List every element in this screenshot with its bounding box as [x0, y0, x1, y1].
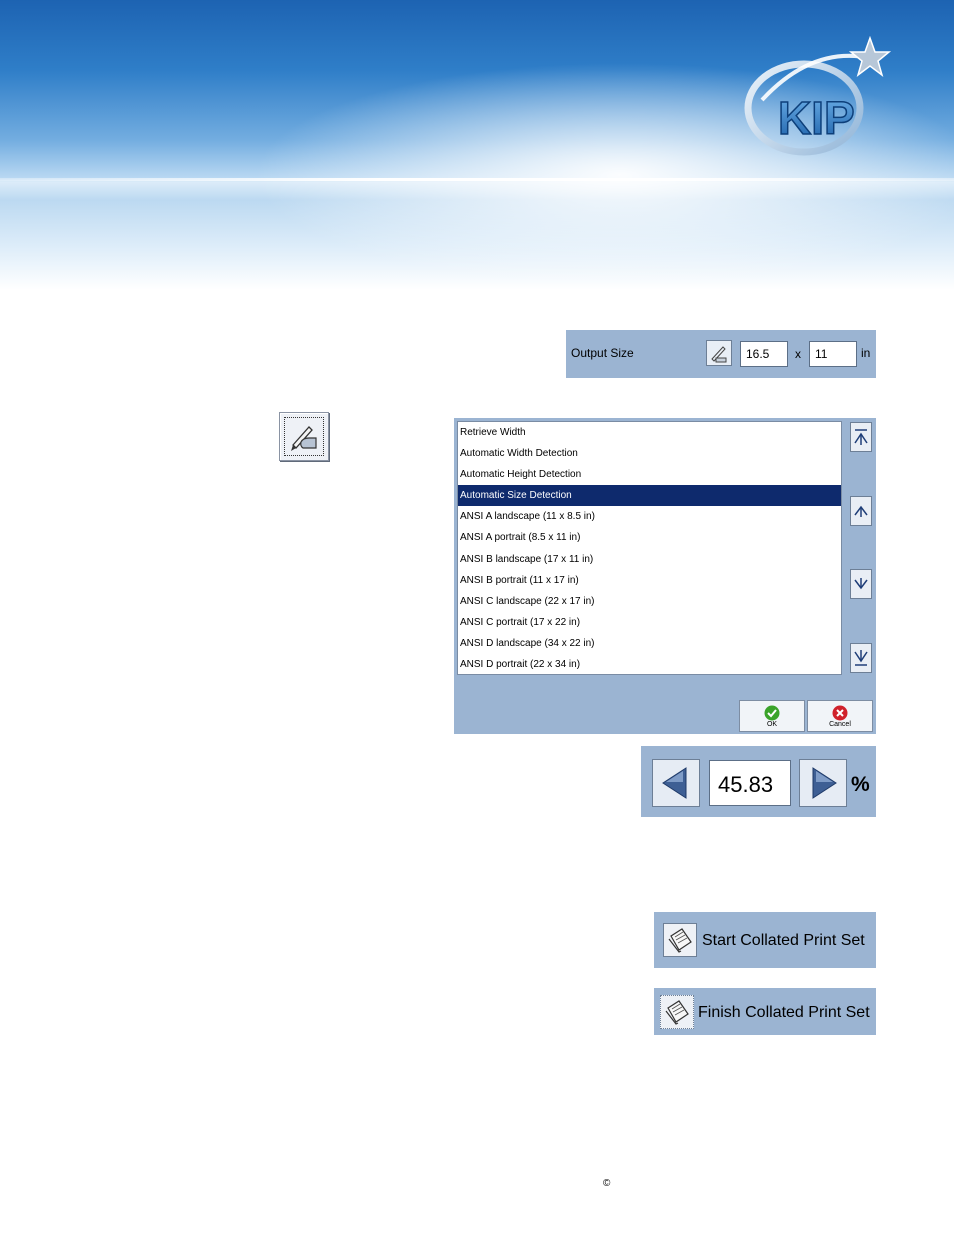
scale-value-field[interactable]: 45.83 — [709, 760, 791, 806]
check-icon — [764, 705, 780, 721]
scroll-to-top-icon — [854, 429, 868, 445]
scroll-bottom-button[interactable] — [850, 643, 872, 673]
scroll-top-button[interactable] — [850, 422, 872, 452]
height-field[interactable]: 11 — [809, 341, 857, 367]
size-list-item[interactable]: Automatic Height Detection — [458, 464, 841, 485]
copyright-symbol: © — [603, 1178, 611, 1189]
banner-highlight — [0, 178, 954, 181]
size-list-item[interactable]: Retrieve Width — [458, 422, 841, 443]
finish-collated-print-set-button[interactable]: Finish Collated Print Set — [654, 988, 876, 1035]
decrease-scale-button[interactable] — [652, 759, 700, 807]
size-list[interactable]: Retrieve Width Automatic Width Detection A… — [457, 421, 842, 675]
size-list-item[interactable]: ANSI C portrait (17 x 22 in) — [458, 612, 841, 633]
size-list-item[interactable]: ANSI B portrait (11 x 17 in) — [458, 570, 841, 591]
ok-button[interactable]: OK — [739, 700, 805, 732]
output-size-panel: Output Size 16.5 x 11 in — [566, 330, 876, 378]
pen-hand-icon — [711, 346, 727, 363]
start-collate-label: Start Collated Print Set — [702, 932, 865, 949]
arrow-right-icon — [812, 767, 837, 799]
cancel-button[interactable]: Cancel — [807, 700, 873, 732]
width-field[interactable]: 16.5 — [740, 341, 788, 367]
custom-size-button[interactable] — [279, 412, 329, 461]
print-set-icon — [660, 995, 694, 1029]
finish-collate-label: Finish Collated Print Set — [698, 1004, 870, 1021]
increase-scale-button[interactable] — [799, 759, 847, 807]
size-selection-dialog: Retrieve Width Automatic Width Detection A… — [454, 418, 876, 734]
svg-text:KIP: KIP — [778, 92, 855, 144]
chevron-down-icon — [854, 578, 868, 590]
output-size-label: Output Size — [571, 346, 634, 360]
size-list-item[interactable]: ANSI D portrait (22 x 34 in) — [458, 654, 841, 674]
chevron-up-icon — [854, 505, 868, 517]
focus-outline — [284, 417, 324, 456]
size-list-item[interactable]: ANSI A landscape (11 x 8.5 in) — [458, 506, 841, 527]
start-collated-print-set-button[interactable]: Start Collated Print Set — [654, 912, 876, 968]
size-list-item[interactable]: ANSI C landscape (22 x 17 in) — [458, 591, 841, 612]
scale-panel: 45.83 % — [641, 746, 876, 817]
times-label: x — [795, 347, 801, 361]
size-list-item[interactable]: ANSI A portrait (8.5 x 11 in) — [458, 527, 841, 548]
scroll-to-bottom-icon — [854, 650, 868, 666]
size-list-item[interactable]: Automatic Size Detection — [458, 485, 841, 507]
scroll-down-button[interactable] — [850, 569, 872, 599]
ok-label: OK — [766, 721, 778, 728]
pen-hand-icon — [291, 426, 317, 451]
size-list-item[interactable]: ANSI B landscape (17 x 11 in) — [458, 549, 841, 570]
unit-label: in — [861, 346, 871, 360]
header-banner: KIP — [0, 0, 954, 300]
print-set-icon — [663, 923, 697, 957]
scroll-up-button[interactable] — [850, 496, 872, 526]
cancel-label: Cancel — [829, 721, 851, 728]
percent-label: % — [851, 773, 870, 796]
size-list-item[interactable]: Automatic Width Detection — [458, 443, 841, 464]
size-list-item[interactable]: ANSI D landscape (34 x 22 in) — [458, 633, 841, 654]
cancel-icon — [832, 705, 848, 721]
arrow-left-icon — [662, 767, 687, 799]
edit-size-button[interactable] — [706, 340, 732, 366]
kip-logo: KIP — [744, 36, 892, 156]
